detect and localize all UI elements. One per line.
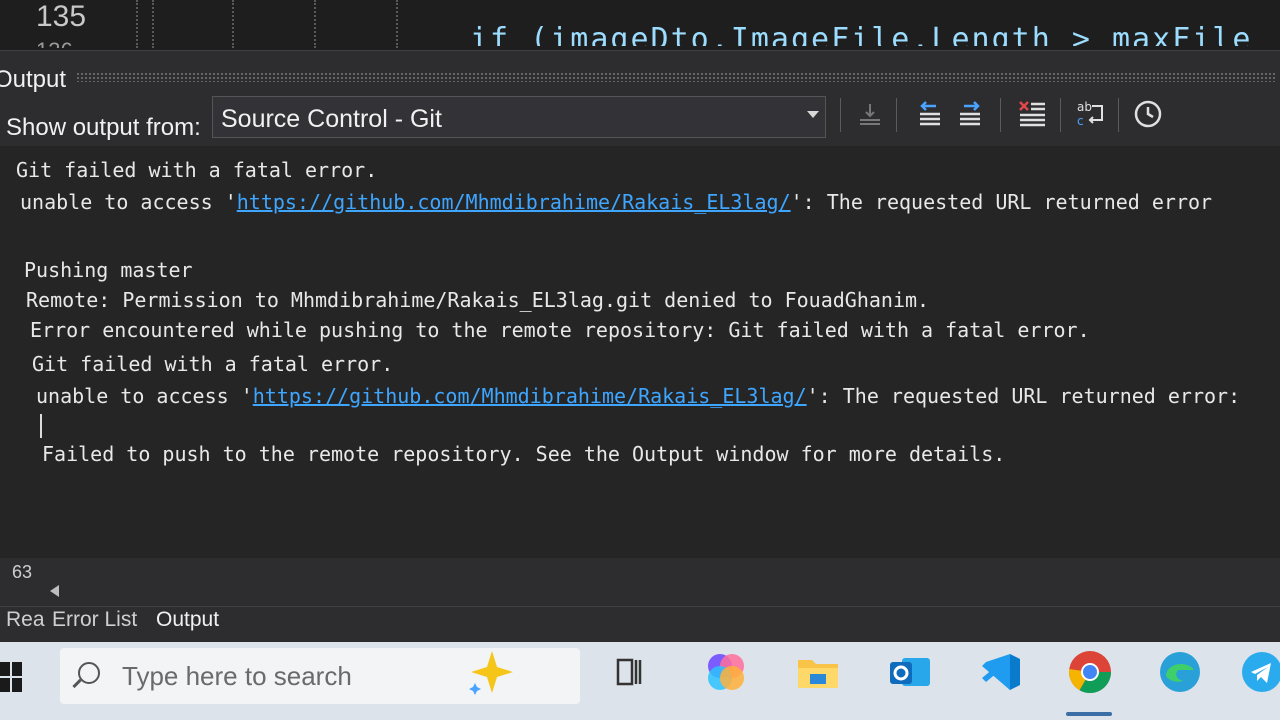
outlook-icon[interactable]: [884, 646, 936, 698]
clock-icon[interactable]: [1130, 96, 1166, 132]
indent-guide: [396, 0, 398, 48]
panel-status-strip: [0, 558, 1280, 606]
output-line: unable to access 'https://github.com/Mhm…: [36, 384, 1240, 408]
svg-text:c: c: [1077, 114, 1084, 128]
output-line: Pushing master: [24, 258, 193, 282]
toolbar-separator: [1060, 98, 1061, 132]
line-indicator: 63: [12, 562, 33, 582]
output-source-value: Source Control - Git: [221, 105, 442, 133]
toolbar-separator: [840, 98, 841, 132]
svg-text:ab: ab: [1077, 100, 1092, 114]
output-line-text: unable to access ': [20, 190, 237, 214]
output-line: Git failed with a fatal error.: [16, 158, 378, 182]
copilot-app-icon[interactable]: [700, 646, 752, 698]
line-number: 135: [36, 0, 87, 33]
search-placeholder: Type here to search: [122, 661, 352, 691]
output-line: Error encountered while pushing to the r…: [30, 318, 1090, 342]
windows-start-icon[interactable]: [0, 662, 22, 692]
task-view-icon[interactable]: [604, 646, 656, 698]
go-to-next-message-icon[interactable]: [952, 96, 988, 132]
find-message-icon[interactable]: [852, 96, 888, 132]
tab-output[interactable]: Output: [150, 608, 226, 632]
scroll-left-arrow-icon[interactable]: [50, 585, 59, 597]
toolbar-separator: [1000, 98, 1001, 132]
output-line-text: ': The requested URL returned error:: [806, 384, 1241, 408]
indent-guide: [232, 0, 234, 48]
edge-icon[interactable]: [1154, 646, 1206, 698]
go-to-previous-message-icon[interactable]: [912, 96, 948, 132]
toolbar-separator: [1118, 98, 1119, 132]
tab-error-list[interactable]: Error List: [46, 608, 143, 632]
output-source-select[interactable]: Source Control - Git: [212, 96, 826, 138]
repository-url-link[interactable]: https://github.com/Mhmdibrahime/Rakais_E…: [237, 190, 791, 214]
line-number-next: 136: [36, 38, 73, 48]
active-app-indicator: [1066, 712, 1112, 716]
code-line: if (imageDto.ImageFile.Length > maxFile: [470, 22, 1253, 46]
copilot-sparkle-icon[interactable]: [466, 646, 518, 698]
text-caret: [40, 414, 42, 438]
vscode-icon[interactable]: [974, 646, 1026, 698]
output-line: Remote: Permission to Mhmdibrahime/Rakai…: [26, 288, 930, 312]
output-line: Failed to push to the remote repository.…: [42, 442, 1006, 466]
code-editor-strip[interactable]: 135 136 if (imageDto.ImageFile.Length > …: [0, 0, 1280, 50]
indent-guide: [152, 0, 154, 48]
indent-guide: [314, 0, 316, 48]
panel-drag-grip[interactable]: [76, 72, 1276, 82]
tab-ready[interactable]: Rea: [0, 608, 51, 632]
chevron-down-icon: [807, 111, 819, 118]
output-line: Git failed with a fatal error.: [32, 352, 394, 376]
output-line-text: ': The requested URL returned error: [790, 190, 1213, 214]
toolbar-separator: [896, 98, 897, 132]
clear-all-icon[interactable]: [1014, 96, 1050, 132]
repository-url-link[interactable]: https://github.com/Mhmdibrahime/Rakais_E…: [253, 384, 807, 408]
panel-title: Output: [0, 66, 67, 93]
word-wrap-icon[interactable]: ab c: [1072, 96, 1108, 132]
chrome-icon[interactable]: [1064, 646, 1116, 698]
search-icon: [78, 662, 100, 684]
indent-guide: [136, 0, 138, 48]
output-line: unable to access 'https://github.com/Mhm…: [20, 190, 1212, 214]
show-output-label: Show output from:: [6, 114, 201, 141]
output-line-text: unable to access ': [36, 384, 253, 408]
telegram-icon[interactable]: [1236, 646, 1280, 698]
file-explorer-icon[interactable]: [792, 646, 844, 698]
